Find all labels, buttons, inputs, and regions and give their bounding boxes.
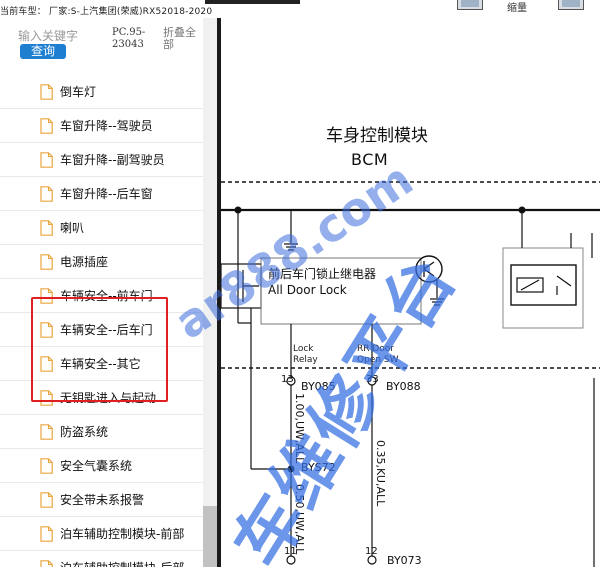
tree-item[interactable]: 泊车辅助控制模块-前部 xyxy=(0,517,203,551)
tree-item-label: 喇叭 xyxy=(60,221,85,235)
title-bar: 当前车型： 厂家:S-上汽集团(荣威)RX52018-2020 缩量 xyxy=(0,0,600,18)
tree-item-label: 防盗系统 xyxy=(60,425,109,439)
tree-item-label: 安全气囊系统 xyxy=(60,459,133,473)
document-icon xyxy=(40,356,53,372)
document-icon xyxy=(40,186,53,202)
tree-item-label: 车窗升降--后车窗 xyxy=(60,187,153,201)
tree-scrollbar[interactable] xyxy=(203,18,217,567)
tree-item[interactable]: 车窗升降--驾驶员 xyxy=(0,109,203,143)
document-icon xyxy=(40,560,53,567)
document-icon xyxy=(40,254,53,270)
splice-bys72: BYS72 xyxy=(301,461,336,474)
document-icon xyxy=(40,526,53,542)
lock-relay-label: Lock Relay xyxy=(293,344,318,366)
lock-relay-line1: Lock xyxy=(293,344,314,354)
rr-door-line1: RR Door xyxy=(357,344,395,354)
document-icon xyxy=(40,118,53,134)
connector-by085: BY085 xyxy=(301,380,336,393)
document-icon xyxy=(40,152,53,168)
search-button[interactable]: 查询 xyxy=(20,44,66,59)
tree-item[interactable]: 泊车辅助控制模块-后部 xyxy=(0,551,203,567)
tree-item-label: 安全带未系报警 xyxy=(60,493,145,507)
tree-item-label: 电源插座 xyxy=(60,255,109,269)
document-icon xyxy=(40,424,53,440)
navigation-pane: 查询 PC.95-23043 折叠全部 倒车灯车窗升降--驾驶员车窗升降--副驾… xyxy=(0,18,217,567)
scrollbar-thumb[interactable] xyxy=(203,506,217,567)
tree-item-label: 车辆安全--其它 xyxy=(60,357,141,371)
tree-item-label: 无钥匙进入与起动 xyxy=(60,391,157,405)
tree-item-label: 倒车灯 xyxy=(60,85,97,99)
document-code: PC.95-23043 xyxy=(112,27,146,50)
wiring-diagram: 车身控制模块 BCM 前后车门锁止继电器 All Door Lock Lock R… xyxy=(221,18,600,567)
pin-12: 12 xyxy=(365,546,378,557)
document-icon xyxy=(40,322,53,338)
tree-item-label: 泊车辅助控制模块-前部 xyxy=(60,527,185,541)
relay-name-en: All Door Lock xyxy=(268,283,347,297)
module-code: BCM xyxy=(351,150,389,169)
tree-item[interactable]: 车辆安全--前车门 xyxy=(0,279,203,313)
document-icon xyxy=(40,288,53,304)
pin-11: 11 xyxy=(284,546,297,557)
zoom-label: 缩量 xyxy=(507,3,527,14)
tree-item[interactable]: 车辆安全--其它 xyxy=(0,347,203,381)
module-title: 车身控制模块 xyxy=(326,126,428,146)
wire-spec-2: 0.35,KU,ALL xyxy=(374,440,387,507)
zoom-in-button[interactable] xyxy=(457,0,483,10)
topic-tree: 倒车灯车窗升降--驾驶员 车窗升降--副驾驶员 车窗升降--后车窗 喇叭电源插座车辆安… xyxy=(0,75,203,567)
document-icon xyxy=(40,390,53,406)
current-model-label: 当前车型： 厂家:S-上汽集团(荣威)RX52018-2020 xyxy=(0,7,213,17)
tree-item-label: 车辆安全--前车门 xyxy=(60,289,153,303)
wire-spec-3: 0.50,UW,ALL xyxy=(293,484,306,555)
search-row: 查询 PC.95-23043 折叠全部 xyxy=(0,18,217,80)
tree-item[interactable]: 车辆安全--后车门 xyxy=(0,313,203,347)
pin-13: 13 xyxy=(281,374,294,385)
rr-door-label: RR Door Open SW xyxy=(357,344,399,366)
pin-33: 33 xyxy=(366,374,379,385)
zoom-out-button[interactable] xyxy=(558,0,584,10)
search-input[interactable] xyxy=(18,27,108,44)
tree-item-label: 泊车辅助控制模块-后部 xyxy=(60,560,184,567)
fold-all-button[interactable]: 折叠全部 xyxy=(163,27,203,51)
tree-item[interactable]: 无钥匙进入与起动 xyxy=(0,381,203,415)
document-icon xyxy=(40,220,53,236)
tree-item[interactable]: 电源插座 xyxy=(0,245,203,279)
connector-by088: BY088 xyxy=(386,380,421,393)
tree-item[interactable]: 防盗系统 xyxy=(0,415,203,449)
tree-item[interactable]: 车窗升降--后车窗 xyxy=(0,177,203,211)
lock-relay-line2: Relay xyxy=(293,355,318,365)
document-icon xyxy=(40,492,53,508)
document-icon xyxy=(40,84,53,100)
tree-item-label: 车窗升降--副驾驶员 xyxy=(60,153,165,167)
toolbar-strip xyxy=(205,0,300,4)
tree-item-label: 车辆安全--后车门 xyxy=(60,323,153,337)
document-icon xyxy=(40,458,53,474)
tree-item[interactable]: 安全带未系报警 xyxy=(0,483,203,517)
tree-item[interactable]: 车窗升降--副驾驶员 xyxy=(0,143,203,177)
rr-door-line2: Open SW xyxy=(357,355,399,365)
relay-name-cn: 前后车门锁止继电器 xyxy=(268,267,377,281)
connector-by073: BY073 xyxy=(387,554,422,567)
wire-spec-1: 1.00,UW,ALL xyxy=(293,393,306,464)
tree-item[interactable]: 倒车灯 xyxy=(0,75,203,109)
tree-item[interactable]: 安全气囊系统 xyxy=(0,449,203,483)
tree-item[interactable]: 喇叭 xyxy=(0,211,203,245)
tree-item-label: 车窗升降--驾驶员 xyxy=(60,119,153,133)
app-window: 当前车型： 厂家:S-上汽集团(荣威)RX52018-2020 缩量 查询 PC… xyxy=(0,0,600,567)
